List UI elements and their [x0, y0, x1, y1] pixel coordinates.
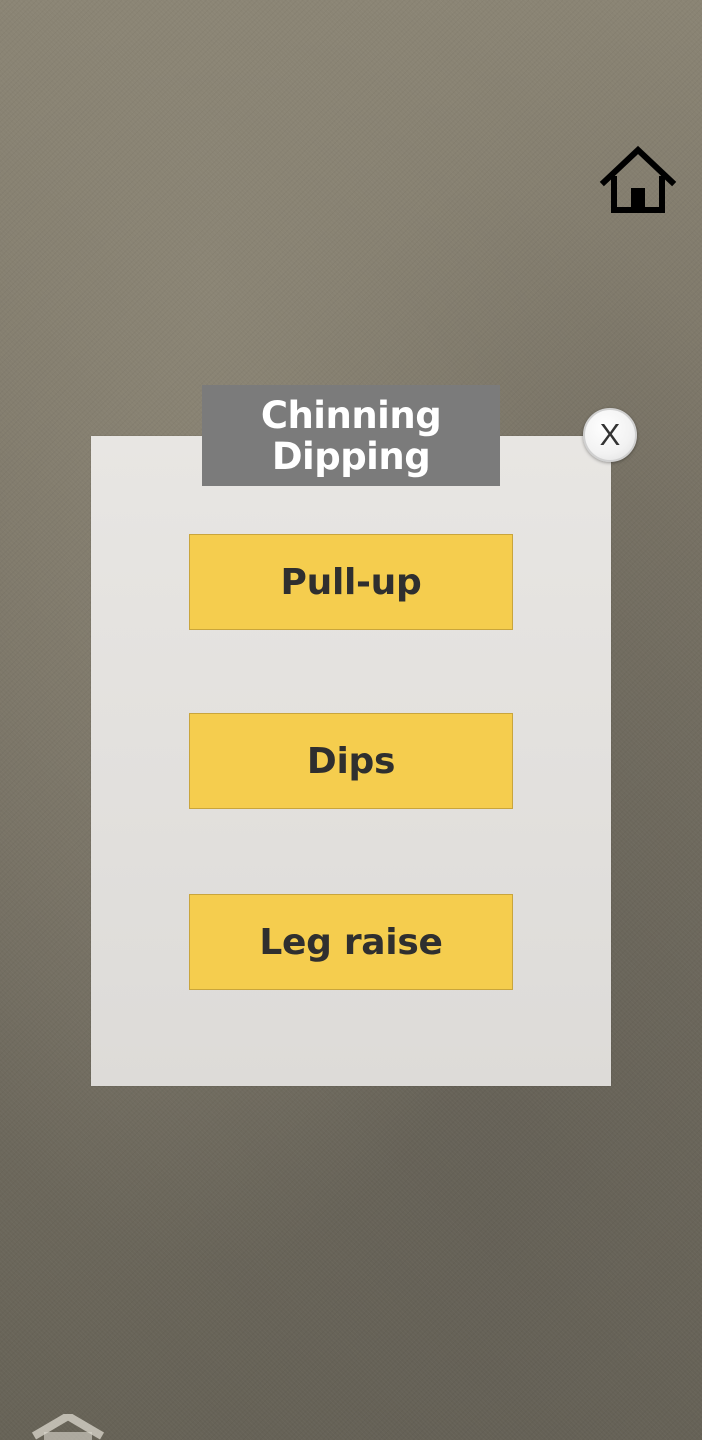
home-button[interactable] [598, 144, 678, 216]
pull-up-button[interactable]: Pull-up [189, 534, 513, 630]
dialog-title-line1: Chinning [260, 393, 442, 437]
dialog-title: Chinning Dipping [202, 385, 500, 486]
home-icon [599, 145, 677, 213]
dialog-title-line2: Dipping [271, 434, 431, 478]
leg-raise-button[interactable]: Leg raise [189, 894, 513, 990]
brand-logo-icon [30, 1414, 106, 1440]
close-button[interactable]: X [583, 408, 637, 462]
dips-button[interactable]: Dips [189, 713, 513, 809]
